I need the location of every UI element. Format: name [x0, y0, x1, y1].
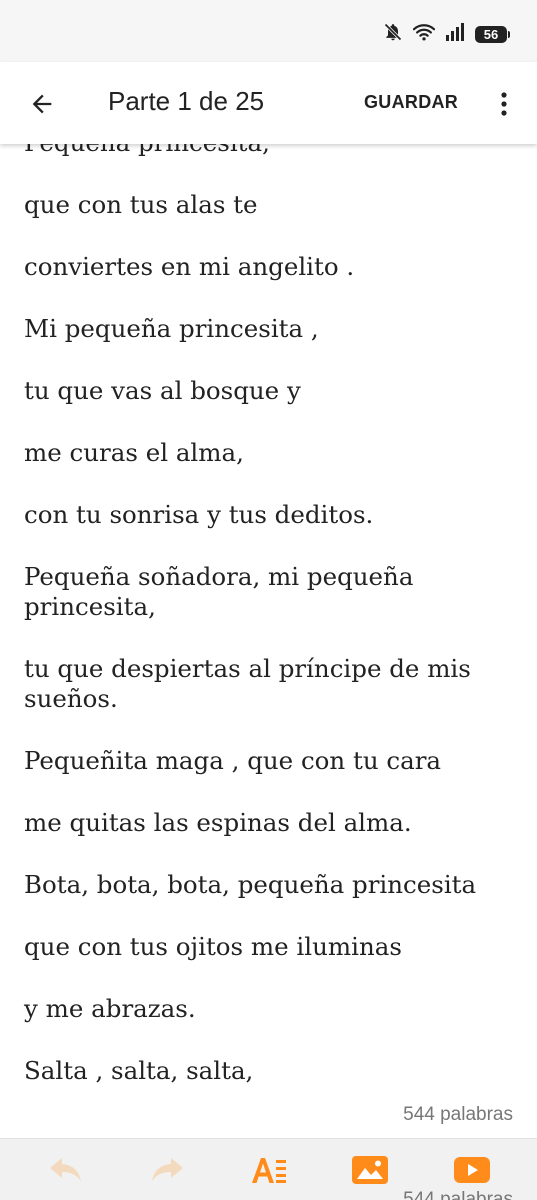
more-vert-icon: [501, 92, 507, 116]
story-text[interactable]: Pequeña princesita, que con tus alas te …: [24, 144, 514, 1118]
text-line[interactable]: con tu sonrisa y tus deditos.: [24, 500, 514, 530]
insert-video-button[interactable]: [452, 1153, 492, 1187]
text-line[interactable]: Mi pequeña princesita ,: [24, 314, 514, 344]
text-format-icon: [252, 1158, 286, 1183]
text-format-button[interactable]: [249, 1153, 289, 1187]
status-icons: 56: [383, 22, 510, 47]
signal-icon: [445, 23, 465, 46]
insert-image-icon: [352, 1156, 388, 1184]
back-arrow-icon: [32, 94, 52, 114]
text-line[interactable]: y me abrazas.: [24, 994, 514, 1024]
text-line[interactable]: Salta , salta, salta,: [24, 1056, 514, 1086]
text-line[interactable]: me quitas las espinas del alma.: [24, 808, 514, 838]
text-line[interactable]: tu que despiertas al príncipe de mis sue…: [24, 654, 514, 714]
status-bar: 56: [0, 0, 537, 62]
undo-icon: [50, 1158, 81, 1181]
bell-off-icon: [383, 22, 403, 47]
redo-button[interactable]: [147, 1153, 187, 1187]
word-count-shadow: 544 palabras: [403, 1189, 513, 1200]
app-bar: Parte 1 de 25 GUARDAR: [0, 62, 537, 144]
more-options-button[interactable]: [494, 86, 514, 122]
text-line[interactable]: Pequeña princesita,: [24, 144, 514, 158]
text-line[interactable]: Pequeña soñadora, mi pequeña princesita,: [24, 562, 514, 622]
page-title: Parte 1 de 25: [108, 86, 265, 116]
text-line[interactable]: que con tus ojitos me iluminas: [24, 932, 514, 962]
undo-button[interactable]: [46, 1153, 86, 1187]
insert-image-button[interactable]: [350, 1153, 390, 1187]
text-line[interactable]: Bota, bota, bota, pequeña princesita: [24, 870, 514, 900]
text-line[interactable]: tu que vas al bosque y: [24, 376, 514, 406]
redo-icon: [152, 1158, 183, 1181]
word-count: 544 palabras: [403, 1104, 513, 1125]
text-line[interactable]: Pequeñita maga , que con tu cara: [24, 746, 514, 776]
story-editor[interactable]: Pequeña princesita, que con tus alas te …: [0, 144, 537, 1132]
battery-icon: 56: [475, 26, 510, 43]
save-button[interactable]: GUARDAR: [364, 92, 458, 113]
back-button[interactable]: [24, 86, 60, 122]
text-line[interactable]: conviertes en mi angelito .: [24, 252, 514, 282]
wifi-icon: [412, 22, 436, 47]
text-line[interactable]: me curas el alma,: [24, 438, 514, 468]
insert-video-icon: [454, 1157, 490, 1183]
editor-toolbar: 544 palabras: [0, 1138, 537, 1200]
battery-level: 56: [483, 27, 499, 42]
text-line[interactable]: que con tus alas te: [24, 190, 514, 220]
